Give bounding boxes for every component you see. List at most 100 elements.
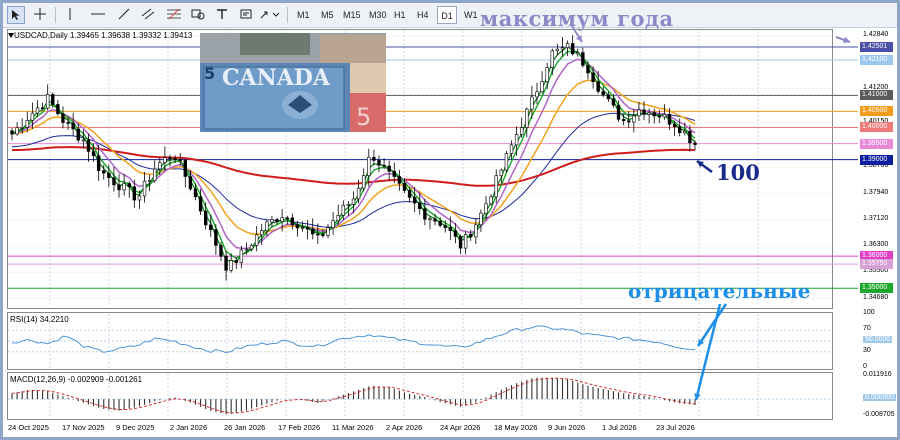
price-level-box[interactable]: 1.41000 — [860, 90, 893, 101]
price-level-box[interactable]: 1.40500 — [860, 106, 893, 117]
candle-body — [35, 107, 40, 114]
candle-body — [545, 67, 549, 83]
candle-body — [254, 234, 259, 246]
candle-body — [596, 81, 600, 92]
candle-body — [555, 48, 560, 52]
date-tick-label: 9 Jun 2026 — [548, 423, 586, 432]
candle-body — [117, 184, 121, 191]
candle-body — [693, 142, 697, 145]
price-tick-label: 1.42840 — [863, 31, 889, 39]
rsi-tick-label: 70 — [863, 325, 871, 333]
candle-body — [428, 218, 432, 221]
candle-body — [469, 234, 473, 238]
rsi-tick-label: 30 — [863, 346, 871, 354]
macd-tick-label: 0.011916 — [863, 371, 892, 378]
candle-body — [672, 124, 677, 128]
candle-body — [642, 109, 646, 115]
candle-body — [285, 217, 289, 220]
candle-body — [331, 220, 335, 228]
candle-body — [10, 130, 14, 135]
candle-body — [86, 139, 91, 152]
candle-body — [107, 172, 111, 178]
price-level-box[interactable]: 1.39000 — [860, 154, 893, 165]
rsi-tick-label: 50.0000 — [863, 336, 893, 343]
candle-body — [499, 169, 504, 177]
candle-body — [71, 122, 75, 130]
rsi-tick-label: 100 — [863, 309, 875, 316]
candle-body — [530, 96, 534, 110]
candle-body — [637, 109, 641, 117]
candle-body — [418, 202, 422, 209]
price-level-box[interactable]: 1.42100 — [860, 54, 893, 65]
candle-body — [586, 65, 590, 74]
candle-body — [137, 195, 142, 201]
candle-body — [209, 224, 213, 230]
annotation-negative: отрицательные — [628, 279, 811, 303]
macd-tick-label: -0.008705 — [863, 411, 895, 418]
candle-body — [616, 104, 621, 120]
candle-body — [132, 186, 137, 201]
chart-canvas — [8, 25, 858, 418]
candle-body — [300, 227, 305, 229]
candle-body — [188, 176, 193, 190]
price-level-box[interactable]: 1.35000 — [860, 283, 893, 294]
candle-body — [96, 155, 101, 171]
candle-body — [621, 119, 626, 122]
candle-body — [479, 212, 483, 226]
candle-body — [535, 91, 539, 98]
candle-body — [433, 218, 437, 222]
candle-body — [407, 190, 412, 198]
candle-body — [76, 128, 80, 141]
candle-body — [688, 130, 692, 144]
candle-body — [611, 98, 616, 106]
candle-body — [260, 230, 264, 236]
candle-body — [290, 217, 295, 226]
candle-body — [382, 164, 386, 167]
price-tick-label: 1.36300 — [863, 241, 889, 249]
date-tick-label: 11 Mar 2026 — [332, 423, 374, 432]
date-tick-label: 24 Apr 2026 — [440, 423, 481, 432]
candle-body — [591, 72, 595, 82]
price-level-box[interactable]: 1.39500 — [860, 138, 893, 149]
candle-body — [112, 177, 116, 186]
candle-body — [458, 236, 463, 249]
candle-body — [66, 122, 70, 124]
candle-body — [632, 115, 636, 123]
annotation-ma100: 100 — [716, 160, 760, 185]
price-level-box[interactable]: 1.42501 — [860, 42, 893, 53]
candle-body — [219, 245, 223, 257]
candle-body — [91, 151, 96, 157]
candle-body — [474, 224, 478, 238]
candle-body — [163, 157, 167, 163]
candle-body — [606, 94, 611, 100]
candle-body — [244, 248, 249, 251]
candle-body — [647, 112, 651, 115]
rsi-label: RSI(14) 34.2210 — [10, 315, 69, 324]
candle-body — [20, 127, 24, 129]
candle-body — [265, 221, 269, 231]
candle-body — [147, 180, 152, 182]
candle-body — [127, 183, 131, 188]
price-tick-label: 1.34680 — [863, 293, 889, 301]
date-tick-label: 17 Nov 2025 — [62, 423, 105, 432]
candle-body — [570, 43, 575, 55]
price-level-box[interactable]: 1.35750 — [860, 259, 893, 270]
price-level-box[interactable]: 1.40000 — [860, 122, 893, 133]
candle-body — [362, 175, 366, 189]
candle-body — [377, 160, 381, 166]
banknote-5: 5 — [204, 64, 215, 83]
candle-body — [321, 234, 325, 236]
date-tick-label: 2 Jan 2026 — [170, 423, 208, 432]
candle-body — [438, 220, 442, 226]
candle-body — [224, 255, 228, 271]
candle-body — [326, 227, 330, 236]
date-tick-label: 17 Feb 2026 — [278, 423, 321, 432]
macd-tick-label: 0.000000 — [863, 394, 897, 402]
candle-body — [652, 112, 656, 117]
candle-body — [683, 130, 687, 134]
candle-body — [372, 156, 376, 161]
candle-body — [295, 224, 300, 229]
candle-body — [15, 127, 19, 135]
candle-body — [560, 47, 565, 50]
candle-body — [270, 219, 274, 223]
